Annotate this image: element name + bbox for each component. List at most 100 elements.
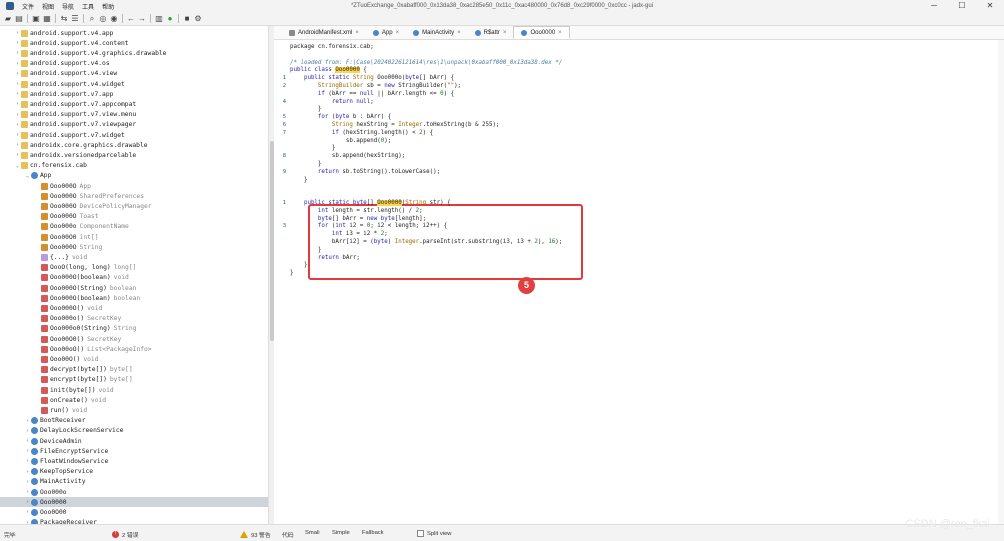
tree-item[interactable]: › androidx.core.graphics.drawable xyxy=(0,140,268,150)
minimize-button[interactable]: ─ xyxy=(920,0,948,12)
close-tab-icon[interactable]: × xyxy=(558,30,562,36)
view-mode-smali[interactable]: Smali xyxy=(305,530,320,536)
tree-expand-icon[interactable]: › xyxy=(24,499,31,505)
tab-androidmanifest-xml[interactable]: AndroidManifest.xml × xyxy=(282,26,366,39)
tree-item[interactable]: Ooo00O() void xyxy=(0,354,268,364)
tree-item[interactable]: Ooo000O DevicePolicyManager xyxy=(0,201,268,211)
tree-item[interactable]: Ooo000O(String) boolean xyxy=(0,283,268,293)
menu-item-3[interactable]: 工具 xyxy=(82,2,94,11)
view-mode-simple[interactable]: Simple xyxy=(332,530,350,536)
tree-expand-icon[interactable]: › xyxy=(14,71,21,77)
tree-item[interactable]: › android.support.v7.app xyxy=(0,89,268,99)
tree-item[interactable]: Ooo000O SharedPreferences xyxy=(0,191,268,201)
tree-item[interactable]: › KeepTopService xyxy=(0,467,268,477)
tree-item[interactable]: › android.support.v4.os xyxy=(0,59,268,69)
project-tree[interactable]: › android.support.v4.app › android.support.… xyxy=(0,26,268,524)
tree-expand-icon[interactable]: › xyxy=(14,112,21,118)
tree-item[interactable]: ⌄ App xyxy=(0,171,268,181)
find-usage-icon[interactable]: ◉ xyxy=(109,14,119,24)
tree-expand-icon[interactable]: › xyxy=(24,458,31,464)
tab-app[interactable]: App × xyxy=(366,26,406,39)
tree-item[interactable]: Ooo000O(boolean) void xyxy=(0,273,268,283)
code-scrollbar[interactable] xyxy=(998,40,1004,524)
tree-item[interactable]: init(byte[]) void xyxy=(0,385,268,395)
close-tab-icon[interactable]: × xyxy=(396,30,400,36)
tree-item[interactable]: Ooo000O() void xyxy=(0,303,268,313)
tree-item[interactable]: › androidx.versionedparcelable xyxy=(0,150,268,160)
tree-expand-icon[interactable]: › xyxy=(14,50,21,56)
tree-item[interactable]: Ooo00O0 int[] xyxy=(0,232,268,242)
tree-expand-icon[interactable]: › xyxy=(24,418,31,424)
tree-item[interactable]: onCreate() void xyxy=(0,395,268,405)
close-tab-icon[interactable]: × xyxy=(355,30,359,36)
deobf-icon[interactable]: ● xyxy=(165,14,175,24)
tree-expand-icon[interactable]: › xyxy=(14,132,21,138)
tree-expand-icon[interactable]: › xyxy=(14,142,21,148)
tree-expand-icon[interactable]: › xyxy=(14,40,21,46)
search-icon[interactable]: ⌕ xyxy=(87,14,97,24)
tree-expand-icon[interactable]: › xyxy=(24,479,31,485)
tree-item[interactable]: › android.support.v7.viewpager xyxy=(0,120,268,130)
tree-expand-icon[interactable]: › xyxy=(24,469,31,475)
tree-item[interactable]: › DelayLockScreenService xyxy=(0,426,268,436)
tree-expand-icon[interactable]: › xyxy=(24,509,31,515)
tab-r-attr[interactable]: R$attr × xyxy=(468,26,514,39)
split-view-checkbox[interactable] xyxy=(417,530,424,537)
tree-item[interactable]: › FloatWindowService xyxy=(0,456,268,466)
error-indicator[interactable]: ! 2 错误 xyxy=(112,530,138,539)
split-view-toggle[interactable]: Split view xyxy=(417,530,451,537)
tree-expand-icon[interactable]: › xyxy=(14,81,21,87)
tree-item[interactable]: › Ooo0000 xyxy=(0,497,268,508)
tree-expand-icon[interactable]: › xyxy=(14,30,21,36)
save-all-icon[interactable]: ▦ xyxy=(42,14,52,24)
tree-expand-icon[interactable]: ⌄ xyxy=(24,173,31,179)
tree-item[interactable]: › Ooo0O00 xyxy=(0,507,268,517)
tree-expand-icon[interactable]: › xyxy=(14,122,21,128)
tree-item[interactable]: › android.support.v4.widget xyxy=(0,79,268,89)
tree-item[interactable]: Ooo000O Toast xyxy=(0,212,268,222)
forward-icon[interactable]: → xyxy=(137,14,147,24)
tab-ooo0000[interactable]: Ooo0000 × xyxy=(513,26,570,39)
tree-item[interactable]: Ooo000O App xyxy=(0,181,268,191)
view-mode-code[interactable]: 代码 xyxy=(282,530,294,539)
tree-expand-icon[interactable]: › xyxy=(14,152,21,158)
tree-item[interactable]: › MainActivity xyxy=(0,477,268,487)
tree-expand-icon[interactable]: › xyxy=(24,448,31,454)
tree-item[interactable]: Ooo000o() SecretKey xyxy=(0,314,268,324)
add-file-icon[interactable]: ▤ xyxy=(14,14,24,24)
tree-item[interactable]: decrypt(byte[]) byte[] xyxy=(0,365,268,375)
menu-item-1[interactable]: 视图 xyxy=(42,2,54,11)
tree-item[interactable]: › Ooo000o xyxy=(0,487,268,497)
tree-item[interactable]: ⌄ cn.forensix.cab xyxy=(0,161,268,171)
tab-mainactivity[interactable]: MainActivity × xyxy=(406,26,468,39)
tree-item[interactable]: Ooo00O0() SecretKey xyxy=(0,334,268,344)
tree-item[interactable]: › FileEncryptService xyxy=(0,446,268,456)
back-icon[interactable]: ← xyxy=(126,14,136,24)
tree-item[interactable]: › android.support.v7.widget xyxy=(0,130,268,140)
tree-item[interactable]: Ooo000o0(String) String xyxy=(0,324,268,334)
tree-item[interactable]: › android.support.v4.view xyxy=(0,69,268,79)
find-class-icon[interactable]: ◎ xyxy=(98,14,108,24)
tree-item[interactable]: {...} void xyxy=(0,252,268,262)
maximize-button[interactable]: ☐ xyxy=(948,0,976,12)
tree-item[interactable]: Ooo00oO() List<PackageInfo> xyxy=(0,344,268,354)
view-mode-fallback[interactable]: Fallback xyxy=(362,530,384,536)
tree-item[interactable]: › android.support.v7.appcompat xyxy=(0,99,268,109)
menu-item-2[interactable]: 导航 xyxy=(62,2,74,11)
tree-item[interactable]: › BootReceiver xyxy=(0,416,268,426)
menu-item-0[interactable]: 文件 xyxy=(22,2,34,11)
tree-item[interactable]: run() void xyxy=(0,405,268,415)
tree-item[interactable]: › android.support.v4.app xyxy=(0,28,268,38)
warning-indicator[interactable]: 93 警告 xyxy=(240,530,271,539)
settings-icon[interactable]: ⚙ xyxy=(193,14,203,24)
code-area[interactable]: 5 package cn.forensix.cab; /* loaded from… xyxy=(288,40,988,524)
tree-item[interactable]: OooO(long, long) long[] xyxy=(0,263,268,273)
tree-expand-icon[interactable]: › xyxy=(14,91,21,97)
tree-item[interactable]: › android.support.v7.view.menu xyxy=(0,110,268,120)
quark-icon[interactable]: ▥ xyxy=(154,14,164,24)
tree-expand-icon[interactable]: › xyxy=(24,438,31,444)
tree-item[interactable]: Ooo000o ComponentName xyxy=(0,222,268,232)
tree-expand-icon[interactable]: › xyxy=(14,61,21,67)
tree-item[interactable]: › DeviceAdmin xyxy=(0,436,268,446)
tree-item[interactable]: › android.support.v4.graphics.drawable xyxy=(0,48,268,58)
